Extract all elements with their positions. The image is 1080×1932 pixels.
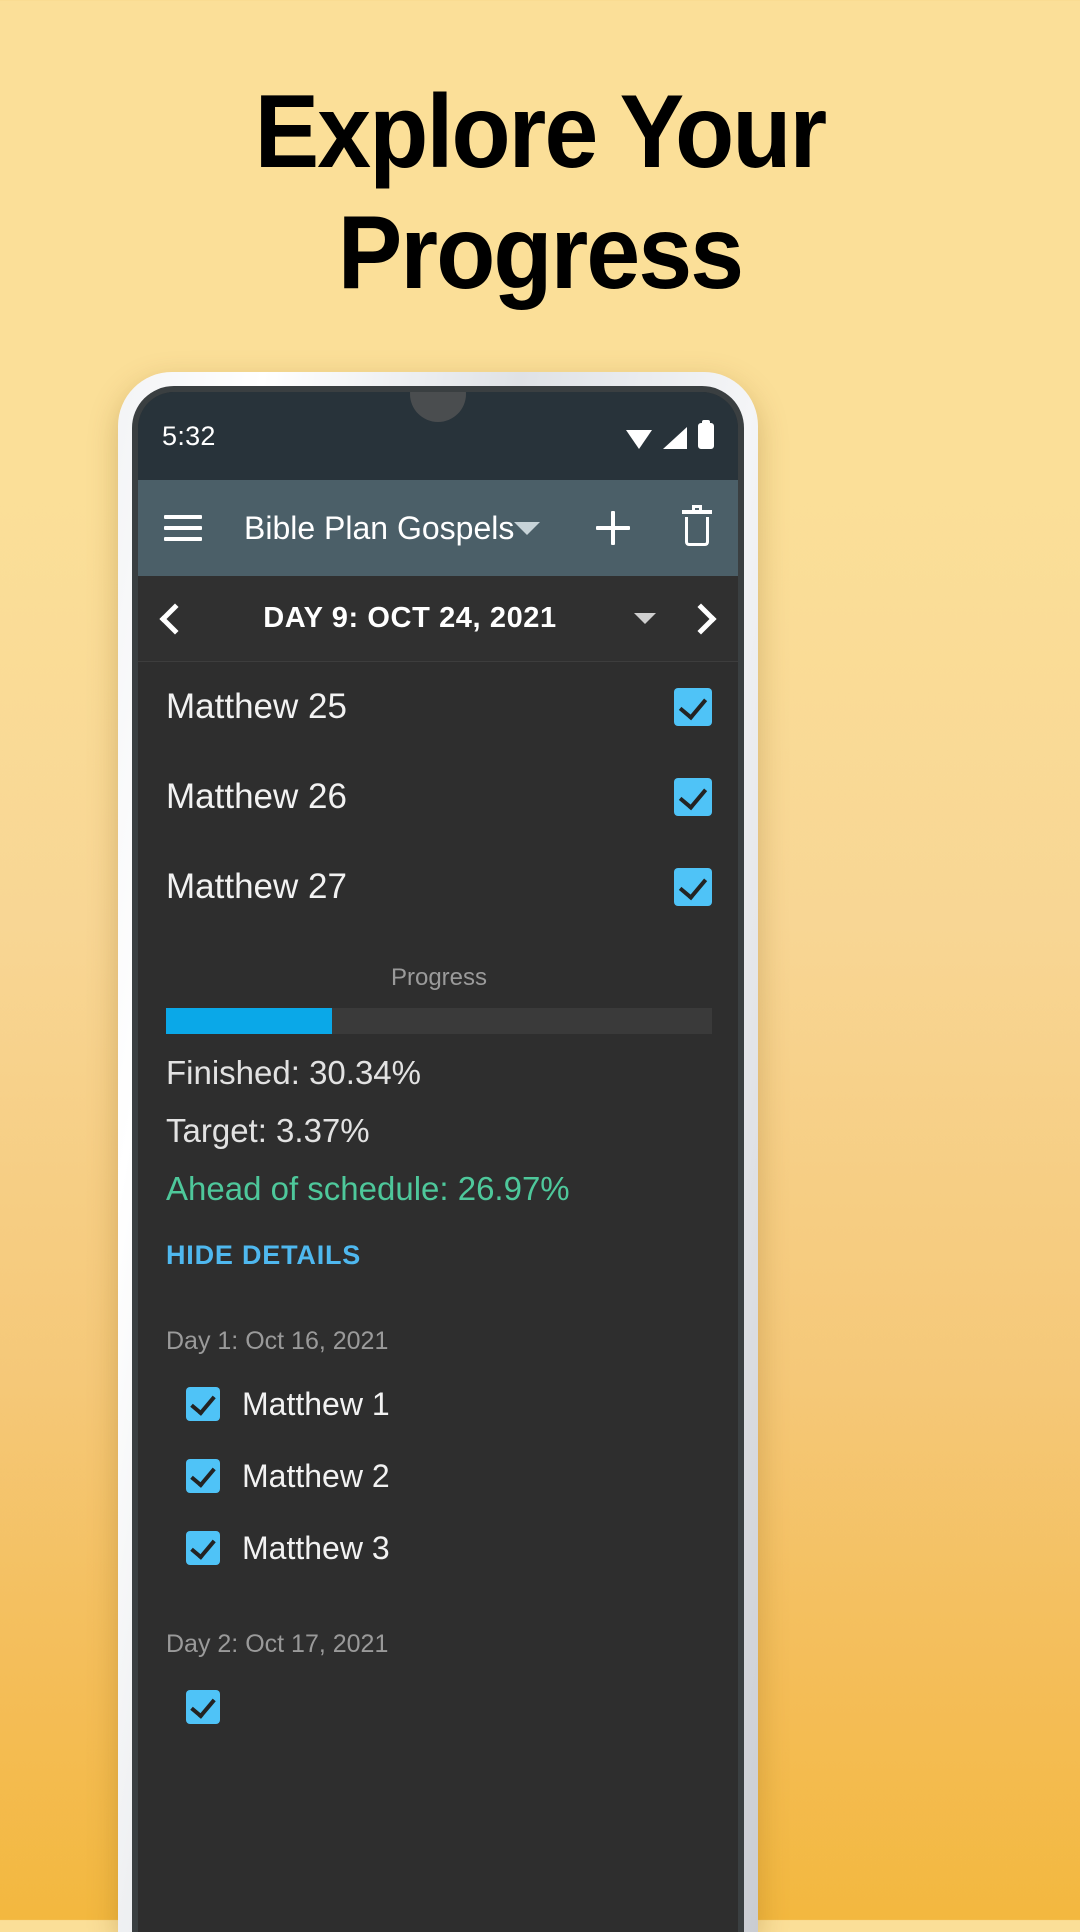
phone-mockup: 5:32 Bible Plan Gospels DAY 9: OCT 24, 2… bbox=[118, 372, 758, 1932]
ahead-of-schedule-stat: Ahead of schedule: 26.97% bbox=[166, 1170, 570, 1207]
day-navigation-title: DAY 9: OCT 24, 2021 bbox=[263, 602, 557, 634]
battery-icon bbox=[698, 423, 714, 449]
status-bar: 5:32 bbox=[138, 392, 738, 480]
content-area: Matthew 25 Matthew 26 Matthew 27 Progres… bbox=[138, 662, 738, 1743]
add-plus-icon[interactable] bbox=[596, 511, 631, 545]
target-stat: Target: 3.37% bbox=[166, 1112, 370, 1149]
detail-day-header: Day 1: Oct 16, 2021 bbox=[166, 1327, 389, 1355]
hide-details-button[interactable]: HIDE DETAILS bbox=[166, 1240, 712, 1271]
detail-checkbox[interactable] bbox=[186, 1690, 220, 1724]
wifi-icon bbox=[626, 430, 652, 449]
app-bar-title: Bible Plan Gospels bbox=[244, 509, 515, 546]
status-time: 5:32 bbox=[162, 420, 216, 451]
promo-headline-line1: Explore Your bbox=[254, 74, 828, 190]
finished-stat: Finished: 30.34% bbox=[166, 1054, 421, 1091]
plan-dropdown-chevron-down-icon[interactable] bbox=[514, 521, 541, 535]
table-row[interactable]: Matthew 25 bbox=[138, 662, 738, 752]
progress-title: Progress bbox=[390, 964, 488, 991]
chapter-label: Matthew 27 bbox=[166, 867, 347, 906]
list-item[interactable] bbox=[166, 1671, 712, 1743]
chapter-checkbox[interactable] bbox=[674, 778, 712, 816]
status-icons bbox=[626, 423, 714, 449]
promo-headline: Explore Your Progress bbox=[38, 72, 1042, 313]
list-item[interactable]: Matthew 2 bbox=[166, 1440, 712, 1512]
chapter-label: Matthew 26 bbox=[166, 777, 347, 816]
chapter-checkbox[interactable] bbox=[674, 688, 712, 726]
day-dropdown-chevron-down-icon[interactable] bbox=[634, 613, 656, 624]
details-section: Day 1: Oct 16, 2021 Matthew 1 Matthew 2 … bbox=[138, 1327, 738, 1743]
app-bar: Bible Plan Gospels bbox=[138, 480, 738, 576]
hamburger-menu-icon[interactable] bbox=[164, 515, 202, 541]
signal-icon bbox=[663, 427, 687, 449]
delete-trash-icon[interactable] bbox=[682, 505, 713, 546]
progress-section: Progress Finished: 30.34% Target: 3.37% … bbox=[138, 932, 738, 1271]
next-day-chevron-right-icon[interactable] bbox=[685, 602, 717, 635]
phone-screen: 5:32 Bible Plan Gospels DAY 9: OCT 24, 2… bbox=[138, 392, 738, 1932]
progress-bar-track bbox=[166, 1008, 712, 1034]
detail-day-header: Day 2: Oct 17, 2021 bbox=[166, 1630, 389, 1658]
detail-checkbox[interactable] bbox=[186, 1387, 220, 1421]
day-navigation-bar: DAY 9: OCT 24, 2021 bbox=[138, 576, 738, 662]
detail-checkbox[interactable] bbox=[186, 1459, 220, 1493]
chapter-checkbox[interactable] bbox=[674, 868, 712, 906]
list-item[interactable]: Matthew 3 bbox=[166, 1512, 712, 1584]
detail-chapter-label: Matthew 1 bbox=[242, 1385, 390, 1422]
phone-bezel: 5:32 Bible Plan Gospels DAY 9: OCT 24, 2… bbox=[132, 386, 744, 1932]
promo-headline-line2: Progress bbox=[337, 194, 744, 311]
chapter-label: Matthew 25 bbox=[166, 687, 347, 726]
detail-checkbox[interactable] bbox=[186, 1531, 220, 1565]
progress-bar-fill bbox=[166, 1008, 332, 1034]
table-row[interactable]: Matthew 27 bbox=[138, 842, 738, 932]
detail-chapter-label: Matthew 3 bbox=[242, 1529, 390, 1566]
detail-chapter-label: Matthew 2 bbox=[242, 1457, 390, 1494]
list-item[interactable]: Matthew 1 bbox=[166, 1368, 712, 1440]
table-row[interactable]: Matthew 26 bbox=[138, 752, 738, 842]
camera-notch bbox=[410, 392, 466, 422]
